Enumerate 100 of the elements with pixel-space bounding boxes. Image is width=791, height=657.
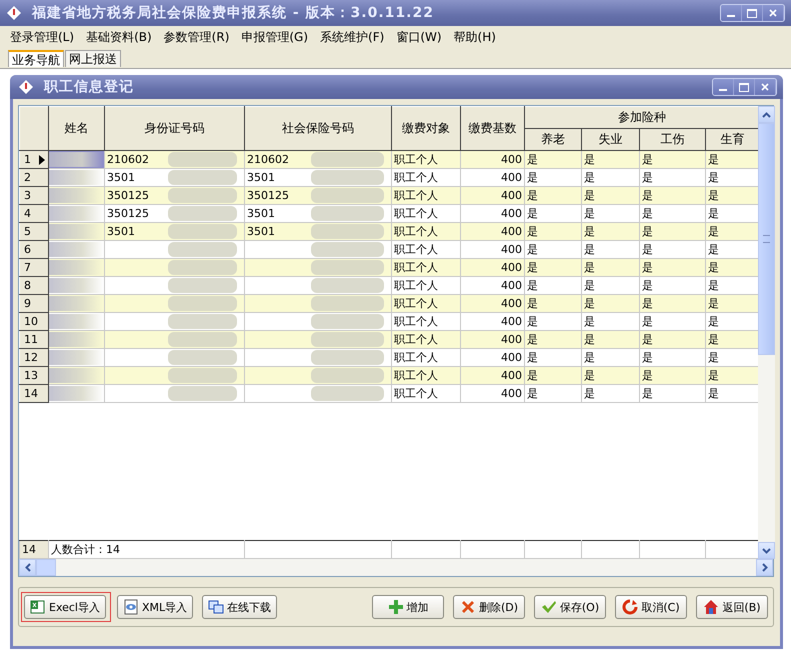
menu-item[interactable]: 申报管理(G) bbox=[241, 28, 308, 46]
menu-item[interactable]: 系统维护(F) bbox=[320, 28, 384, 46]
table-cell: 是 bbox=[527, 279, 538, 292]
row-header[interactable]: 13 bbox=[20, 366, 48, 384]
table-cell: 是 bbox=[527, 225, 538, 238]
menu-item[interactable]: 登录管理(L) bbox=[10, 28, 74, 46]
nav-tab[interactable]: 网上报送 bbox=[65, 50, 121, 67]
scroll-left-button[interactable] bbox=[19, 559, 36, 576]
scrollbar-thumb[interactable] bbox=[758, 123, 775, 355]
minimize-button[interactable] bbox=[721, 5, 742, 21]
close-button[interactable] bbox=[763, 5, 784, 21]
table-cell: 是 bbox=[527, 369, 538, 382]
row-header[interactable]: 7 bbox=[20, 258, 48, 276]
table-cell: 350125 bbox=[107, 189, 149, 202]
column-header[interactable]: 缴费基数 bbox=[460, 106, 524, 150]
row-header[interactable]: 9 bbox=[20, 294, 48, 312]
table-cell: 是 bbox=[642, 207, 653, 220]
scroll-right-button[interactable] bbox=[756, 559, 773, 576]
column-header[interactable]: 生育 bbox=[706, 128, 758, 150]
column-header[interactable]: 缴费对象 bbox=[392, 106, 460, 150]
table-cell: 是 bbox=[708, 243, 719, 256]
vertical-scrollbar[interactable] bbox=[758, 106, 775, 559]
menu-item[interactable]: 基础资料(B) bbox=[86, 28, 152, 46]
minimize-button[interactable] bbox=[713, 79, 734, 95]
row-header[interactable]: 5 bbox=[20, 222, 48, 240]
refresh-icon bbox=[622, 599, 638, 615]
table-cell: 是 bbox=[527, 315, 538, 328]
table-cell: 是 bbox=[584, 189, 595, 202]
menu-item[interactable]: 参数管理(R) bbox=[164, 28, 230, 46]
scrollbar-thumb[interactable] bbox=[36, 559, 56, 576]
column-header[interactable]: 社会保险号码 bbox=[244, 106, 392, 150]
column-header[interactable]: 身份证号码 bbox=[104, 106, 244, 150]
table-cell: 是 bbox=[642, 369, 653, 382]
table-cell: 是 bbox=[642, 315, 653, 328]
action-button[interactable]: 返回(B) bbox=[696, 595, 768, 619]
table-cell: 是 bbox=[584, 225, 595, 238]
table-cell: 是 bbox=[527, 189, 538, 202]
table-cell: 是 bbox=[708, 225, 719, 238]
redacted-patch bbox=[50, 368, 104, 383]
table-cell: 是 bbox=[584, 171, 595, 184]
table-cell: 是 bbox=[527, 261, 538, 274]
table-cell: 3501 bbox=[107, 225, 135, 238]
row-header[interactable]: 14 bbox=[20, 384, 48, 402]
row-header[interactable]: 11 bbox=[20, 330, 48, 348]
action-button[interactable]: Execl导入 bbox=[24, 595, 106, 619]
action-button[interactable]: XML导入 bbox=[117, 595, 194, 619]
table-cell: 是 bbox=[527, 297, 538, 310]
horizontal-scrollbar[interactable] bbox=[19, 559, 773, 576]
menu-item[interactable]: 窗口(W) bbox=[396, 28, 442, 46]
table-cell: 职工个人 bbox=[394, 153, 438, 166]
redacted-patch bbox=[50, 386, 104, 401]
table-cell: 400 bbox=[501, 333, 522, 346]
row-header[interactable]: 3 bbox=[20, 186, 48, 204]
table-cell: 职工个人 bbox=[394, 207, 438, 220]
table-cell: 是 bbox=[642, 225, 653, 238]
table-cell: 是 bbox=[527, 333, 538, 346]
table-cell: 400 bbox=[501, 189, 522, 202]
row-header[interactable]: 4 bbox=[20, 204, 48, 222]
table-cell: 职工个人 bbox=[394, 333, 438, 346]
redacted-patch bbox=[50, 170, 104, 185]
nav-tab[interactable]: 业务导航 bbox=[8, 50, 64, 67]
column-header[interactable]: 失业 bbox=[582, 128, 640, 150]
table-cell: 是 bbox=[527, 171, 538, 184]
column-header[interactable]: 养老 bbox=[524, 128, 582, 150]
row-header[interactable]: 1 bbox=[20, 150, 48, 168]
table-cell: 是 bbox=[527, 153, 538, 166]
caret-icon bbox=[762, 112, 771, 118]
row-header[interactable]: 12 bbox=[20, 348, 48, 366]
table-cell: 3501 bbox=[107, 171, 135, 184]
table-cell: 是 bbox=[527, 207, 538, 220]
row-header[interactable]: 8 bbox=[20, 276, 48, 294]
table-cell: 210602 bbox=[107, 153, 149, 166]
menu-item[interactable]: 帮助(H) bbox=[454, 28, 496, 46]
action-button[interactable]: 在线下载 bbox=[202, 595, 278, 619]
row-header[interactable]: 10 bbox=[20, 312, 48, 330]
scroll-up-button[interactable] bbox=[758, 106, 775, 123]
row-header[interactable]: 6 bbox=[20, 240, 48, 258]
table-cell: 400 bbox=[501, 279, 522, 292]
table-cell: 是 bbox=[708, 297, 719, 310]
table-cell: 是 bbox=[642, 297, 653, 310]
table-cell: 职工个人 bbox=[394, 261, 438, 274]
maximize-button[interactable] bbox=[742, 5, 763, 21]
diamond-icon bbox=[18, 79, 34, 95]
table-cell: 是 bbox=[584, 315, 595, 328]
action-button[interactable]: 删除(D) bbox=[453, 595, 525, 619]
maximize-button[interactable] bbox=[734, 79, 755, 95]
row-header[interactable]: 2 bbox=[20, 168, 48, 186]
redacted-patch bbox=[50, 188, 104, 203]
column-header[interactable]: 姓名 bbox=[48, 106, 104, 150]
table-cell: 是 bbox=[584, 387, 595, 400]
close-button[interactable] bbox=[755, 79, 776, 95]
action-button[interactable]: 保存(O) bbox=[534, 595, 606, 619]
cross-icon bbox=[460, 599, 476, 615]
column-header[interactable]: 工伤 bbox=[640, 128, 706, 150]
table-cell: 400 bbox=[501, 261, 522, 274]
action-button[interactable]: 取消(C) bbox=[615, 595, 687, 619]
scroll-down-button[interactable] bbox=[758, 542, 775, 559]
table-cell: 是 bbox=[584, 297, 595, 310]
action-button[interactable]: 增加 bbox=[372, 595, 444, 619]
table-cell: 是 bbox=[708, 369, 719, 382]
